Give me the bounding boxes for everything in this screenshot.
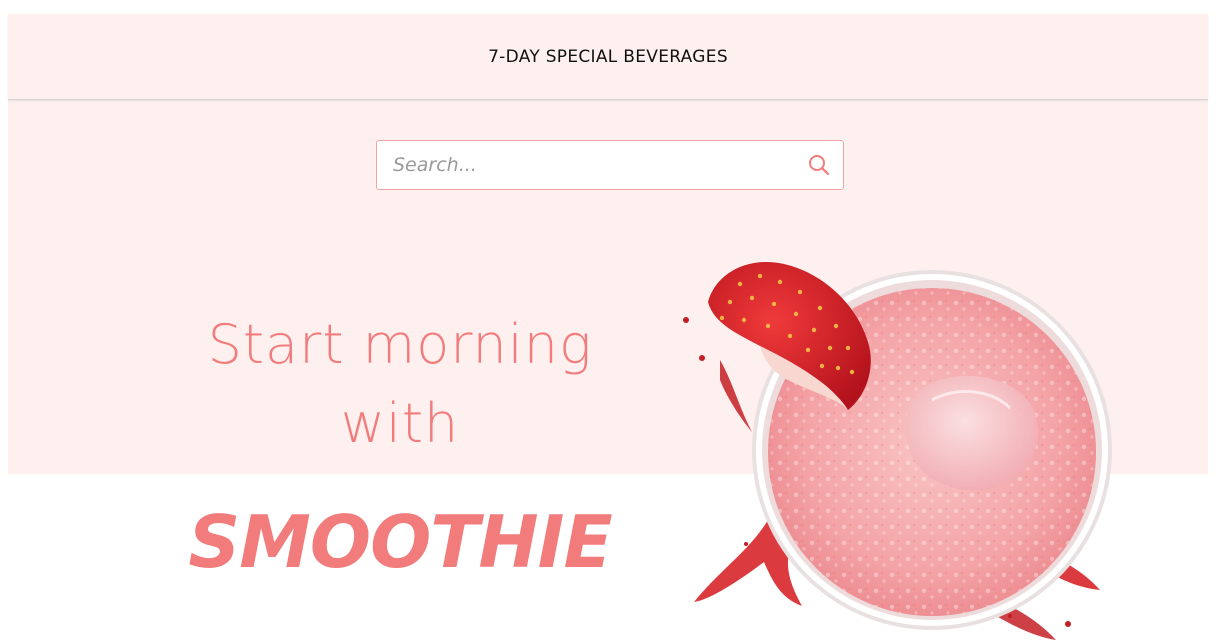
page: 7-DAY SPECIAL BEVERAGES Start morning wi…: [0, 0, 1216, 644]
hero-line-3: SMOOTHIE: [188, 500, 612, 584]
hero-line-2: with: [340, 392, 460, 455]
hero-line-1: Start morning: [207, 313, 593, 376]
smoothie-image: [683, 261, 1112, 640]
site-header: 7-DAY SPECIAL BEVERAGES: [8, 14, 1208, 100]
search-icon: [809, 155, 830, 176]
hero-headline: Start morning with SMOOTHIE: [150, 306, 650, 582]
page-title: 7-DAY SPECIAL BEVERAGES: [488, 46, 728, 67]
search-input[interactable]: [377, 141, 795, 189]
search-button[interactable]: [795, 141, 843, 189]
search-bar: [376, 140, 844, 190]
